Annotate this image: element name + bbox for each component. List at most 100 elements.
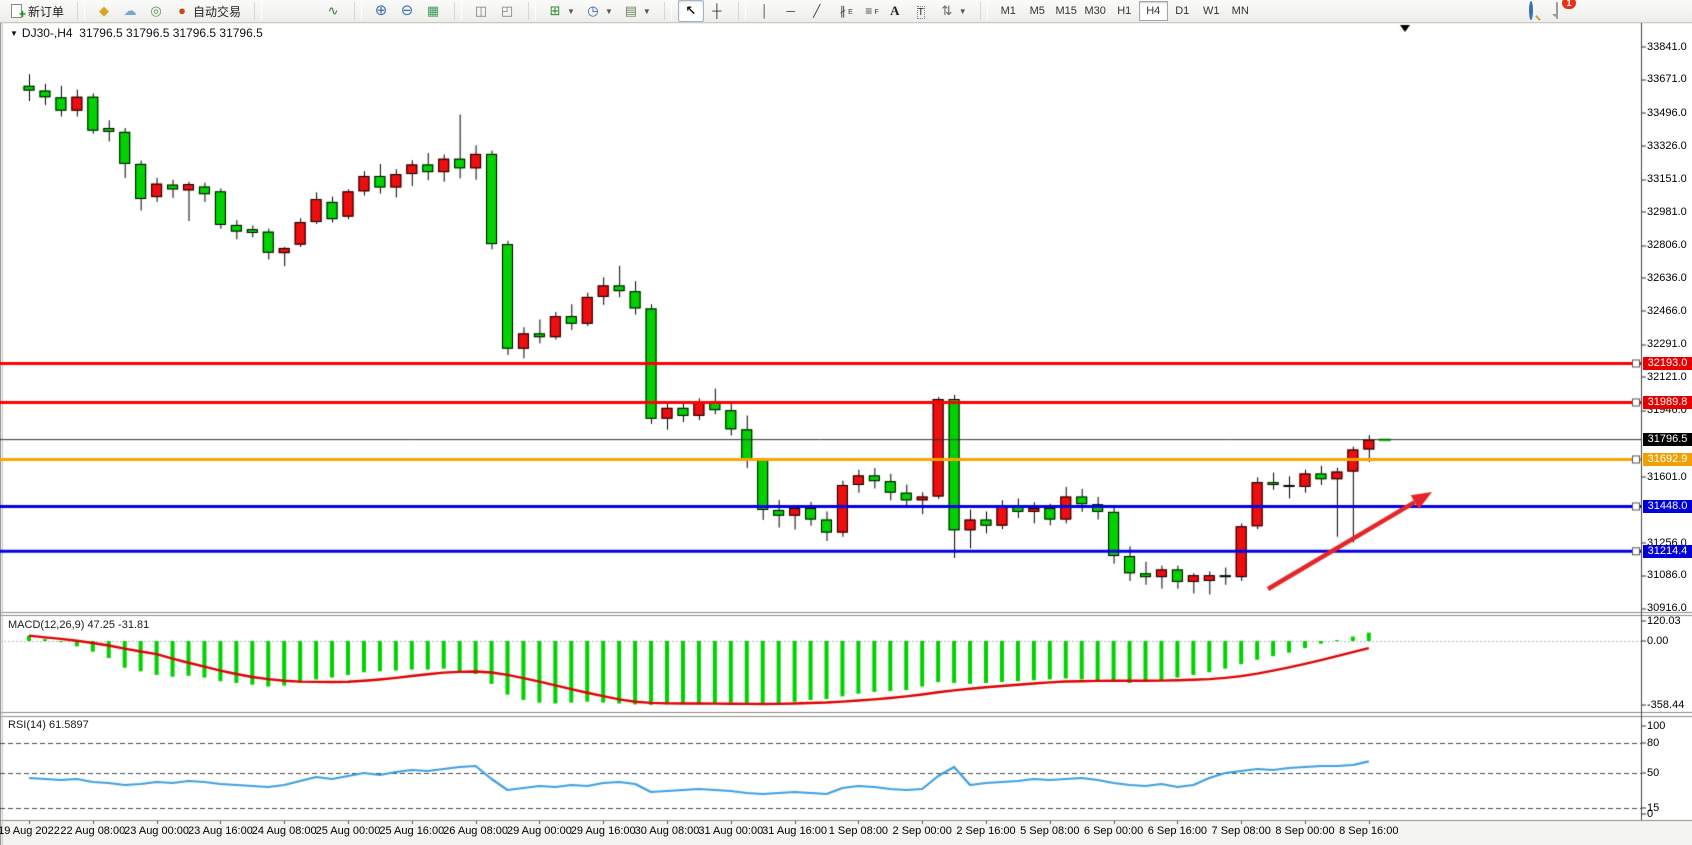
bar-chart-button[interactable] bbox=[268, 0, 294, 22]
macd-tick-label: 120.03 bbox=[1647, 615, 1681, 627]
macd-label: MACD(12,26,9) 47.25 -31.81 bbox=[8, 619, 149, 631]
rsi-label: RSI(14) 61.5897 bbox=[8, 719, 89, 731]
time-axis-label: 7 Sep 08:00 bbox=[1212, 825, 1271, 837]
price-line-badge: 31692.9 bbox=[1643, 453, 1692, 466]
new-order-button[interactable]: 新订单 bbox=[4, 0, 69, 22]
price-tick-label: 32291.0 bbox=[1647, 338, 1687, 350]
notifications-button[interactable]: 1 bbox=[1544, 0, 1570, 22]
template-button[interactable]: ▤▼ bbox=[618, 0, 656, 22]
shapes-icon: ⇅ bbox=[939, 3, 955, 19]
timeframe-button-M30[interactable]: M30 bbox=[1081, 1, 1110, 21]
tile-windows-button[interactable]: ▦ bbox=[420, 0, 446, 22]
horizontal-line-icon: ─ bbox=[783, 3, 799, 19]
price-tick-label: 32636.0 bbox=[1647, 272, 1687, 284]
price-tick-label: 32121.0 bbox=[1647, 371, 1687, 383]
chart-title: ▼DJ30-,H4 31796.5 31796.5 31796.5 31796.… bbox=[10, 26, 263, 40]
cursor-icon: ↖ bbox=[683, 3, 699, 19]
zoom-in-icon: ⊕ bbox=[373, 3, 389, 19]
time-axis-label: 5 Sep 08:00 bbox=[1020, 825, 1079, 837]
price-line-badge: 31448.0 bbox=[1643, 500, 1692, 513]
time-axis-label: 6 Sep 16:00 bbox=[1148, 825, 1207, 837]
auto-scroll-button[interactable]: ◫ bbox=[468, 0, 494, 22]
chevron-down-icon: ▼ bbox=[10, 29, 18, 38]
line-chart-button[interactable]: ∿ bbox=[320, 0, 346, 22]
chart-shift-icon: ◰ bbox=[499, 3, 515, 19]
auto-trading-button[interactable]: ● 自动交易 bbox=[169, 0, 246, 22]
toolbar-separator bbox=[254, 2, 262, 20]
vertical-line-tool-button[interactable]: │ bbox=[752, 0, 778, 22]
time-axis-label: 2 Sep 16:00 bbox=[956, 825, 1015, 837]
time-axis-label: 19 Aug 2022 bbox=[0, 825, 60, 837]
dropdown-arrow-icon: ▼ bbox=[959, 7, 967, 16]
tile-windows-icon: ▦ bbox=[425, 3, 441, 19]
timeframe-button-D1[interactable]: D1 bbox=[1168, 1, 1197, 21]
macd-tick-label: -358.44 bbox=[1647, 699, 1684, 711]
toolbar-separator bbox=[454, 2, 462, 20]
time-axis-label: 26 Aug 08:00 bbox=[443, 825, 508, 837]
price-line-badge: 31989.8 bbox=[1643, 396, 1692, 409]
rsi-tick-label: 100 bbox=[1647, 720, 1665, 732]
notification-badge: 1 bbox=[1562, 0, 1576, 9]
timeframe-group: M1M5M15M30H1H4D1W1MN bbox=[990, 0, 1259, 22]
auto-trading-label: 自动交易 bbox=[193, 3, 241, 20]
signals-button[interactable]: ◎ bbox=[143, 0, 169, 22]
timeframe-button-MN[interactable]: MN bbox=[1226, 1, 1255, 21]
equidistant-channel-icon: ∦E bbox=[835, 3, 851, 19]
price-tick-label: 33326.0 bbox=[1647, 140, 1687, 152]
zoom-out-icon: ⊖ bbox=[399, 3, 415, 19]
price-line-badge: 32193.0 bbox=[1643, 357, 1692, 370]
price-tick-label: 33671.0 bbox=[1647, 73, 1687, 85]
timeframe-button-M15[interactable]: M15 bbox=[1052, 1, 1081, 21]
time-axis-label: 25 Aug 00:00 bbox=[316, 825, 381, 837]
market-watch-icon: ◆ bbox=[96, 3, 112, 19]
time-axis-label: 24 Aug 08:00 bbox=[252, 825, 317, 837]
time-axis-label: 6 Sep 00:00 bbox=[1084, 825, 1143, 837]
fibonacci-tool-button[interactable]: ≡F bbox=[856, 0, 882, 22]
new-order-label: 新订单 bbox=[28, 3, 64, 20]
timeframe-button-W1[interactable]: W1 bbox=[1197, 1, 1226, 21]
search-button[interactable] bbox=[1518, 0, 1544, 22]
time-axis-label: 31 Aug 16:00 bbox=[762, 825, 827, 837]
toolbar-separator bbox=[738, 2, 746, 20]
price-tick-label: 32466.0 bbox=[1647, 305, 1687, 317]
time-axis-label: 22 Aug 08:00 bbox=[60, 825, 125, 837]
period-button[interactable]: ◷▼ bbox=[580, 0, 618, 22]
trendline-tool-button[interactable]: ╱ bbox=[804, 0, 830, 22]
timeframe-button-M1[interactable]: M1 bbox=[994, 1, 1023, 21]
chart-shift-button[interactable]: ◰ bbox=[494, 0, 520, 22]
text-label-tool-button[interactable]: T bbox=[908, 0, 934, 22]
text-tool-button[interactable]: A bbox=[882, 0, 908, 22]
price-tick-label: 33151.0 bbox=[1647, 173, 1687, 185]
add-indicator-button[interactable]: ⊞▼ bbox=[542, 0, 580, 22]
line-chart-icon: ∿ bbox=[325, 3, 341, 19]
time-axis-label: 1 Sep 08:00 bbox=[829, 825, 888, 837]
trendline-icon: ╱ bbox=[809, 3, 825, 19]
price-tick-label: 30916.0 bbox=[1647, 602, 1687, 614]
market-watch-button[interactable]: ◆ bbox=[91, 0, 117, 22]
time-axis-label: 31 Aug 00:00 bbox=[698, 825, 763, 837]
time-axis-label: 30 Aug 08:00 bbox=[635, 825, 700, 837]
time-axis-label: 8 Sep 00:00 bbox=[1275, 825, 1334, 837]
timeframe-button-H4[interactable]: H4 bbox=[1139, 1, 1168, 21]
crosshair-tool-button[interactable]: ┼ bbox=[704, 0, 730, 22]
time-axis-label: 2 Sep 00:00 bbox=[893, 825, 952, 837]
new-order-icon bbox=[9, 3, 25, 19]
timeframe-button-H1[interactable]: H1 bbox=[1110, 1, 1139, 21]
dropdown-arrow-icon: ▼ bbox=[643, 7, 651, 16]
vertical-line-icon: │ bbox=[757, 3, 773, 19]
symbol-period-label: DJ30-,H4 bbox=[22, 26, 73, 40]
chart-canvas[interactable] bbox=[0, 0, 1692, 845]
channel-tool-button[interactable]: ∦E bbox=[830, 0, 856, 22]
timeframe-button-M5[interactable]: M5 bbox=[1023, 1, 1052, 21]
arrows-tool-button[interactable]: ⇅▼ bbox=[934, 0, 972, 22]
cursor-tool-button[interactable]: ↖ bbox=[678, 0, 704, 22]
dropdown-arrow-icon: ▼ bbox=[567, 7, 575, 16]
template-icon: ▤ bbox=[623, 3, 639, 19]
price-line-badge: 31214.4 bbox=[1643, 545, 1692, 558]
data-window-button[interactable]: ☁ bbox=[117, 0, 143, 22]
zoom-out-button[interactable]: ⊖ bbox=[394, 0, 420, 22]
candlestick-chart-button[interactable] bbox=[294, 0, 320, 22]
zoom-in-button[interactable]: ⊕ bbox=[368, 0, 394, 22]
mt4-window: 新订单 ◆ ☁ ◎ ● 自动交易 ∿ ⊕ ⊖ ▦ ◫ ◰ bbox=[0, 0, 1692, 845]
horizontal-line-tool-button[interactable]: ─ bbox=[778, 0, 804, 22]
